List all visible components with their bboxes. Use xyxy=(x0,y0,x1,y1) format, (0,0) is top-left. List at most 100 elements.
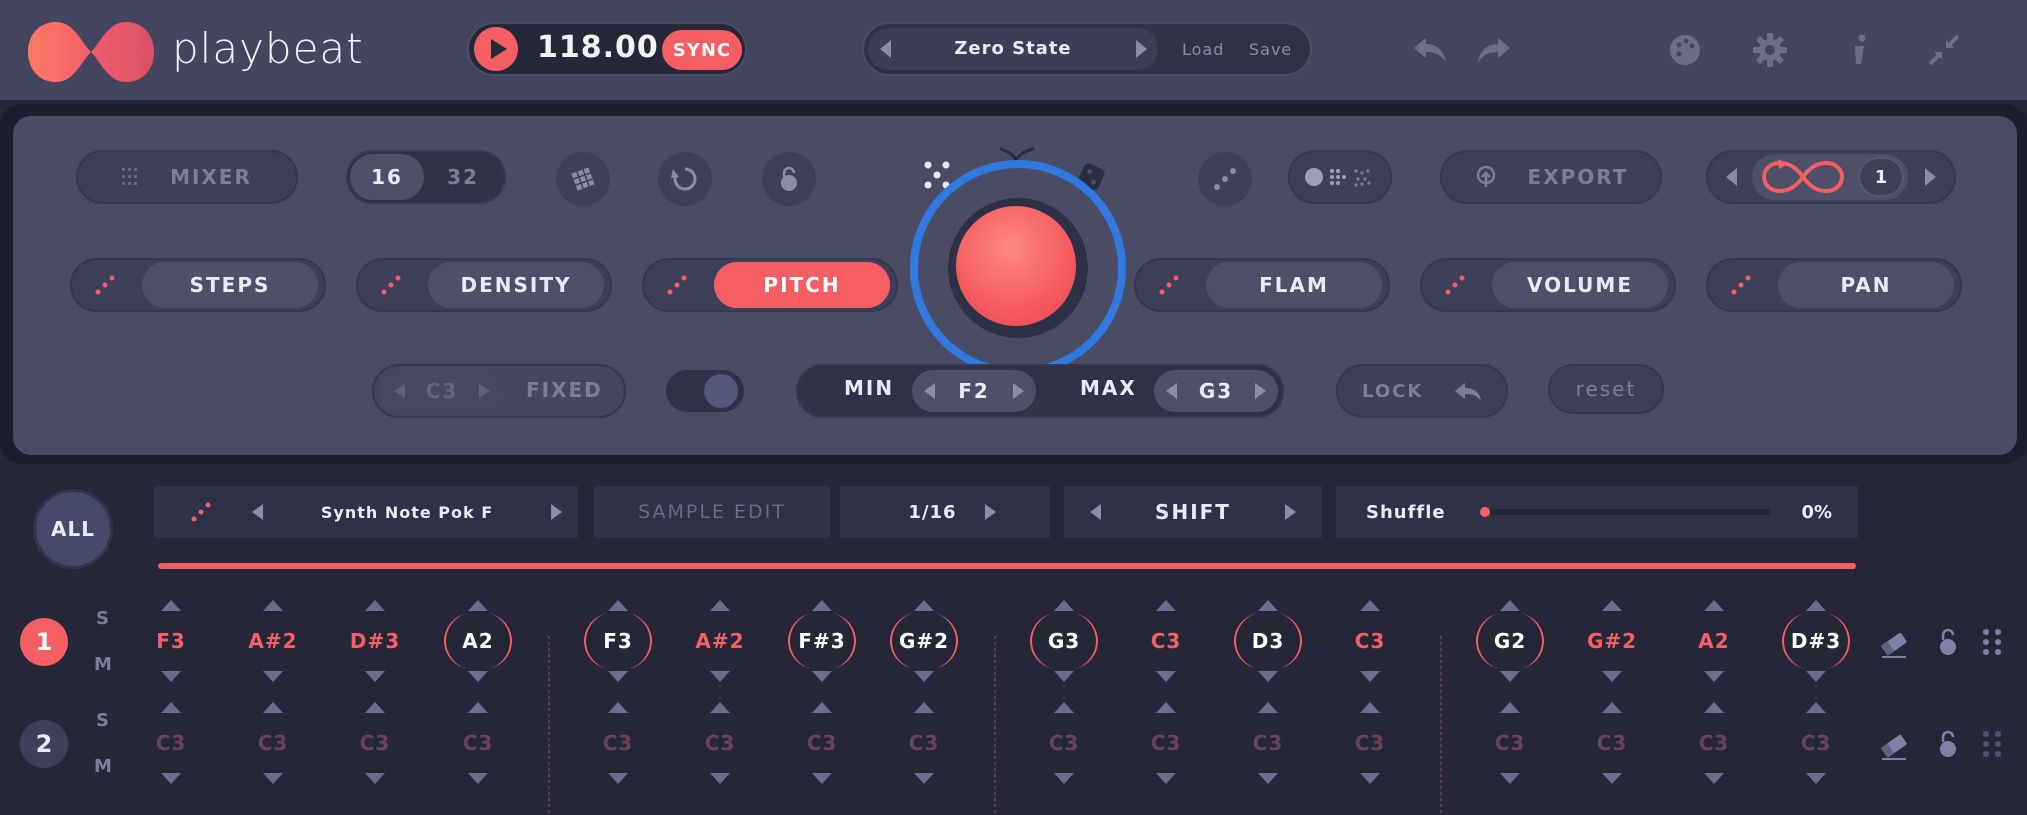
tab-steps[interactable]: STEPS xyxy=(142,262,318,308)
pitch-up-icon[interactable] xyxy=(365,600,385,611)
pitch-up-icon[interactable] xyxy=(1054,600,1074,611)
step-note[interactable]: C3 xyxy=(1236,702,1300,802)
eraser-icon[interactable] xyxy=(1876,728,1912,764)
redo-icon[interactable] xyxy=(1474,30,1514,70)
save-button[interactable]: Save xyxy=(1249,40,1292,59)
step-note[interactable]: G#2 xyxy=(1580,600,1644,700)
pitch-up-icon[interactable] xyxy=(468,702,488,713)
pitch-down-icon[interactable] xyxy=(263,671,283,682)
pitch-up-icon[interactable] xyxy=(1156,600,1176,611)
lock-icon[interactable] xyxy=(1930,624,1966,660)
pitch-up-icon[interactable] xyxy=(914,702,934,713)
pitch-up-icon[interactable] xyxy=(608,600,628,611)
mixer-button[interactable]: MIXER xyxy=(76,150,298,204)
step-note[interactable]: C3 xyxy=(1784,702,1848,802)
step-note[interactable]: A#2 xyxy=(688,600,752,700)
pitch-down-icon[interactable] xyxy=(1500,773,1520,784)
fixed-note-prev-icon[interactable] xyxy=(394,384,405,398)
step-note[interactable]: C3 xyxy=(892,702,956,802)
pitch-down-icon[interactable] xyxy=(1156,773,1176,784)
tab-flam[interactable]: FLAM xyxy=(1206,262,1382,308)
pattern-button[interactable] xyxy=(556,152,610,206)
sample-edit-button[interactable]: SAMPLE EDIT xyxy=(594,486,830,538)
max-prev-icon[interactable] xyxy=(1166,383,1177,399)
step-note[interactable]: C3 xyxy=(446,702,510,802)
step-count-16[interactable]: 16 xyxy=(350,154,424,200)
tempo-display[interactable]: 118.00 xyxy=(537,30,659,65)
eraser-icon[interactable] xyxy=(1876,626,1912,662)
all-tracks-button[interactable]: ALL xyxy=(36,492,110,566)
pitch-down-icon[interactable] xyxy=(710,671,730,682)
gear-icon[interactable] xyxy=(1750,30,1790,70)
step-note[interactable]: D#3 xyxy=(1784,600,1848,700)
undo-icon[interactable] xyxy=(1410,30,1450,70)
pitch-down-icon[interactable] xyxy=(1704,671,1724,682)
palette-icon[interactable] xyxy=(1665,30,1705,70)
pitch-up-icon[interactable] xyxy=(263,600,283,611)
track-1-button[interactable]: 1 xyxy=(20,618,68,666)
track-1-solo[interactable]: S xyxy=(96,608,109,629)
step-note[interactable]: F3 xyxy=(139,600,203,700)
sample-prev-icon[interactable] xyxy=(252,504,263,520)
loop-prev-icon[interactable] xyxy=(1726,168,1737,186)
track-2-button[interactable]: 2 xyxy=(20,720,68,768)
pitch-down-icon[interactable] xyxy=(1806,671,1826,682)
mode-volume-randomize[interactable] xyxy=(1420,258,1490,312)
step-note[interactable]: C3 xyxy=(586,702,650,802)
pitch-down-icon[interactable] xyxy=(914,773,934,784)
step-note[interactable]: C3 xyxy=(1134,600,1198,700)
pitch-down-icon[interactable] xyxy=(1806,773,1826,784)
loop-next-icon[interactable] xyxy=(1925,168,1936,186)
shuffle-slider[interactable] xyxy=(1482,509,1770,515)
track-1-mute[interactable]: M xyxy=(94,654,112,675)
min-next-icon[interactable] xyxy=(1013,383,1024,399)
step-note[interactable]: C3 xyxy=(790,702,854,802)
pitch-down-icon[interactable] xyxy=(1360,773,1380,784)
step-note[interactable]: C3 xyxy=(1478,702,1542,802)
step-note[interactable]: D3 xyxy=(1236,600,1300,700)
pitch-down-icon[interactable] xyxy=(1500,671,1520,682)
play-button[interactable] xyxy=(474,27,518,71)
pitch-up-icon[interactable] xyxy=(1500,600,1520,611)
pitch-down-icon[interactable] xyxy=(468,671,488,682)
step-note[interactable]: C3 xyxy=(241,702,305,802)
pitch-up-icon[interactable] xyxy=(1602,600,1622,611)
pitch-up-icon[interactable] xyxy=(1704,702,1724,713)
pitch-down-icon[interactable] xyxy=(1602,773,1622,784)
lock-pitch-button[interactable]: LOCK xyxy=(1336,364,1508,418)
pitch-down-icon[interactable] xyxy=(1602,671,1622,682)
sample-next-icon[interactable] xyxy=(551,504,562,520)
track-2-solo[interactable]: S xyxy=(96,710,109,731)
step-division-selector[interactable]: 1/16 xyxy=(840,486,1050,538)
pitch-up-icon[interactable] xyxy=(1500,702,1520,713)
fixed-toggle[interactable] xyxy=(666,370,744,412)
pitch-up-icon[interactable] xyxy=(1360,702,1380,713)
step-note[interactable]: C3 xyxy=(1682,702,1746,802)
sync-button[interactable]: SYNC xyxy=(662,30,742,70)
pitch-down-icon[interactable] xyxy=(365,671,385,682)
max-note-selector[interactable]: G3 xyxy=(1154,370,1278,412)
mode-density-randomize[interactable] xyxy=(356,258,426,312)
pitch-up-icon[interactable] xyxy=(1602,702,1622,713)
pitch-up-icon[interactable] xyxy=(1360,600,1380,611)
preset-prev-icon[interactable] xyxy=(880,40,891,58)
info-icon[interactable] xyxy=(1840,30,1880,70)
randomize-button[interactable] xyxy=(1198,152,1252,206)
pitch-down-icon[interactable] xyxy=(812,773,832,784)
reset-button[interactable]: reset xyxy=(1548,364,1664,414)
loop-count[interactable]: 1 xyxy=(1858,157,1904,197)
pitch-up-icon[interactable] xyxy=(1704,600,1724,611)
pitch-up-icon[interactable] xyxy=(812,600,832,611)
pitch-up-icon[interactable] xyxy=(1054,702,1074,713)
pitch-up-icon[interactable] xyxy=(710,702,730,713)
step-note[interactable]: C3 xyxy=(1580,702,1644,802)
step-note[interactable]: C3 xyxy=(1338,702,1402,802)
tab-volume[interactable]: VOLUME xyxy=(1492,262,1668,308)
step-note[interactable]: F3 xyxy=(586,600,650,700)
pitch-up-icon[interactable] xyxy=(1258,600,1278,611)
drag-handle-icon[interactable] xyxy=(1974,624,2010,660)
tab-density[interactable]: DENSITY xyxy=(428,262,604,308)
track-2-mute[interactable]: M xyxy=(94,756,112,777)
step-note[interactable]: G3 xyxy=(1032,600,1096,700)
division-next-icon[interactable] xyxy=(985,504,996,520)
